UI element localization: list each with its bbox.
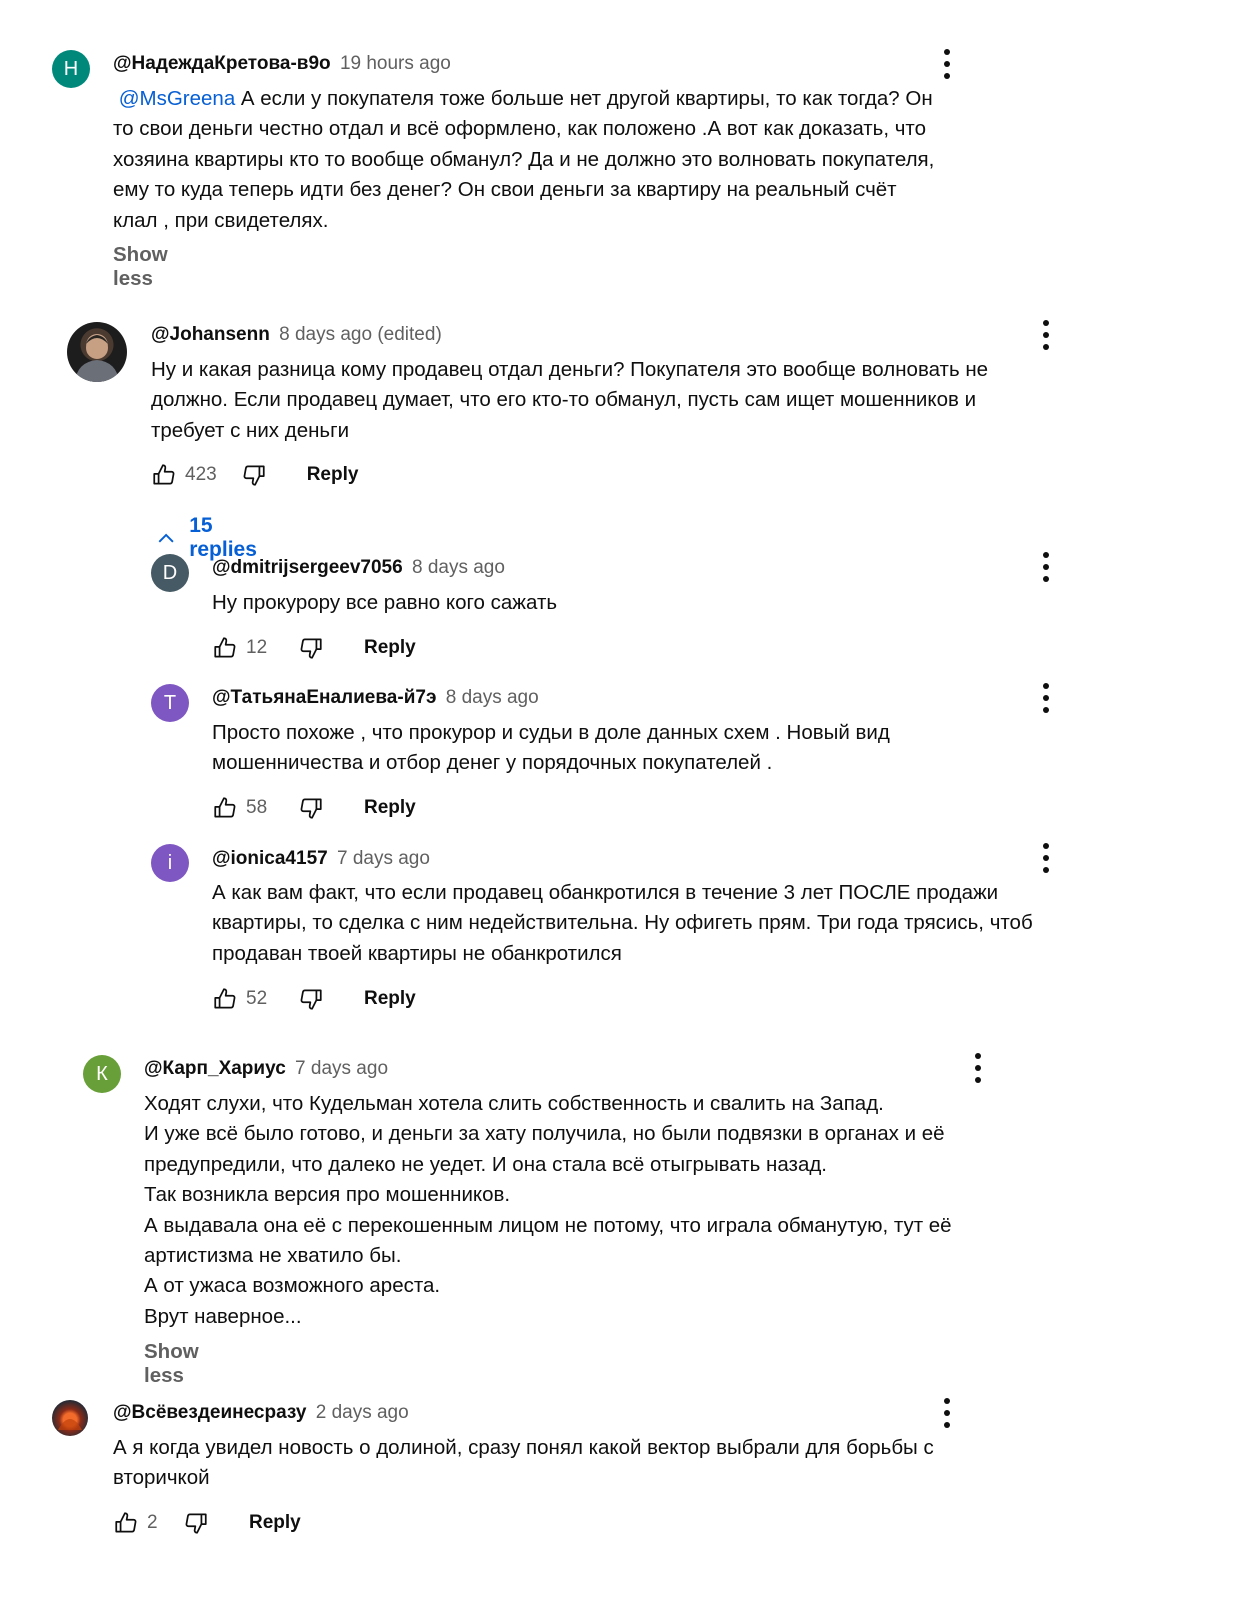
show-less-button[interactable]: Show less [144,1340,199,1388]
like-icon[interactable] [113,1510,139,1536]
show-less-button[interactable]: Show less [113,243,168,291]
more-actions-icon[interactable] [1034,320,1058,350]
comment-author[interactable]: @dmitrijsergeev7056 [212,557,403,578]
like-icon[interactable] [212,795,238,821]
comment-header: @dmitrijsergeev7056 8 days ago [212,556,505,580]
comment-actions: 12 Reply [212,633,416,663]
comment-header: @ionica4157 7 days ago [212,847,430,871]
comment-actions: 58 Reply [212,793,416,823]
comment-header: @ТатьянаЕналиева-й7э 8 days ago [212,686,539,710]
reply-button[interactable]: Reply [364,797,416,819]
replies-count: 15 replies [189,514,257,561]
comment-author[interactable]: @ionica4157 [212,848,328,869]
more-actions-icon[interactable] [935,49,959,79]
dislike-icon[interactable] [298,635,324,661]
like-count: 58 [246,797,268,818]
comment-body: Ну и какая разница кому продавец отдал д… [151,358,989,442]
comment-author[interactable]: @НадеждаКретова-в9о [113,53,331,74]
like-count: 423 [185,464,217,485]
comment-header: @НадеждаКретова-в9о 19 hours ago [113,52,451,76]
more-actions-icon[interactable] [1034,843,1058,873]
like-count: 52 [246,988,268,1009]
comment-time[interactable]: 2 days ago [316,1402,409,1423]
more-actions-icon[interactable] [1034,683,1058,713]
comment-time[interactable]: 7 days ago [337,848,430,869]
dislike-icon[interactable] [298,795,324,821]
profile-photo-icon [58,1419,82,1430]
comment-body: А я когда увидел новость о долиной, сраз… [113,1436,934,1490]
comment-header: @Всёвездеинесразу 2 days ago [113,1401,409,1425]
reply-button[interactable]: Reply [364,637,416,659]
reply-button[interactable]: Reply [364,988,416,1010]
comment-author[interactable]: @Johansenn [151,324,270,345]
like-count: 2 [147,1512,158,1533]
comment-body: А если у покупателя тоже больше нет друг… [113,87,935,232]
comment-actions: 423 Reply [151,460,358,490]
comment-time[interactable]: 8 days ago [446,687,539,708]
comment-body: Ну прокурору все равно кого сажать [212,591,558,614]
like-count: 12 [246,637,268,658]
reply-button[interactable]: Reply [307,464,359,486]
avatar[interactable]: D [151,554,189,592]
dislike-icon[interactable] [183,1510,209,1536]
comment-header: @Карп_Хариус 7 days ago [144,1057,388,1081]
avatar-letter: К [96,1062,108,1085]
profile-photo-icon [75,335,119,382]
chevron-up-icon [158,533,174,543]
comment-time[interactable]: 8 days ago (edited) [279,324,442,345]
comment-actions: 2 Reply [113,1508,301,1538]
avatar[interactable]: i [151,844,189,882]
more-actions-icon[interactable] [966,1053,990,1083]
comment-header: @Johansenn 8 days ago (edited) [151,323,442,347]
avatar[interactable]: К [83,1055,121,1093]
like-icon[interactable] [212,635,238,661]
avatar[interactable]: Т [151,684,189,722]
comment-body: Просто похоже , что прокурор и судьи в д… [212,721,890,775]
comment-time[interactable]: 7 days ago [295,1058,388,1079]
avatar[interactable]: Н [52,50,90,88]
comment-body: Ходят слухи, что Кудельман хотела слить … [144,1092,952,1328]
avatar[interactable] [67,322,127,382]
comment-body: А как вам факт, что если продавец обанкр… [212,881,1033,965]
more-actions-icon[interactable] [935,1398,959,1428]
comment-actions: 52 Reply [212,984,416,1014]
reply-button[interactable]: Reply [249,1512,301,1534]
avatar-letter: Т [163,691,177,714]
avatar-letter: D [162,561,178,584]
avatar-letter: Н [63,57,79,80]
dislike-icon[interactable] [298,986,324,1012]
mention-link[interactable]: @MsGreena [119,87,236,110]
more-actions-icon[interactable] [1034,552,1058,582]
comment-time[interactable]: 8 days ago [412,557,505,578]
like-icon[interactable] [212,986,238,1012]
comment-author[interactable]: @ТатьянаЕналиева-й7э [212,687,436,708]
comment-author[interactable]: @Всёвездеинесразу [113,1402,306,1423]
comment-time[interactable]: 19 hours ago [340,53,451,74]
avatar[interactable] [52,1400,88,1436]
comment-text: @MsGreena А если у покупателя тоже больш… [113,84,1033,236]
comment-author[interactable]: @Карп_Хариус [144,1058,286,1079]
dislike-icon[interactable] [241,462,267,488]
like-icon[interactable] [151,462,177,488]
avatar-letter: i [167,851,173,874]
